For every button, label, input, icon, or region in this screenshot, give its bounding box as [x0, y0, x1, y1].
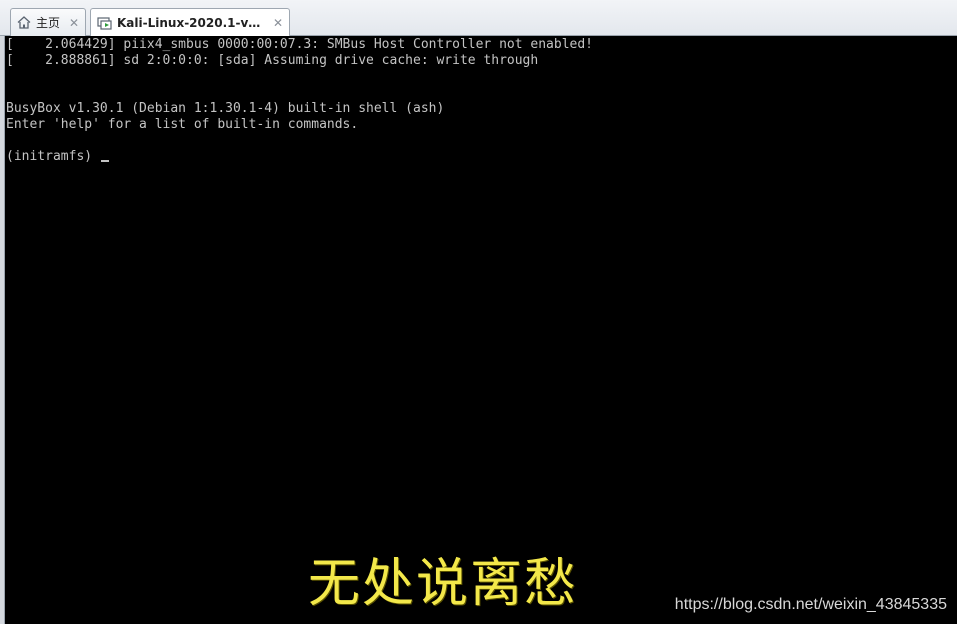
console-line: [ 2.888861] sd 2:0:0:0: [sda] Assuming d…: [6, 53, 539, 68]
vm-console[interactable]: [ 2.064429] piix4_smbus 0000:00:07.3: SM…: [6, 36, 957, 624]
tab-home[interactable]: 主页 ✕: [10, 8, 86, 36]
vm-icon: [97, 16, 112, 30]
tab-home-close-icon[interactable]: ✕: [69, 16, 79, 30]
video-subtitle: 无处说离愁: [308, 554, 579, 614]
console-prompt-line[interactable]: (initramfs): [6, 149, 957, 165]
text-cursor: [100, 160, 109, 162]
tab-kali-vm[interactable]: Kali-Linux-2020.1-vmwar... ✕: [90, 8, 290, 37]
window-left-border: [0, 36, 5, 624]
tab-kali-vm-label: Kali-Linux-2020.1-vmwar...: [117, 16, 267, 30]
tab-kali-vm-close-icon[interactable]: ✕: [273, 16, 283, 30]
home-icon: [17, 16, 31, 29]
watermark-url: https://blog.csdn.net/weixin_43845335: [674, 596, 947, 613]
vmware-window: 主页 ✕ Kali-Linux-2020.1-vmwar... ✕ [ 2.06…: [0, 0, 957, 624]
console-line: Enter 'help' for a list of built-in comm…: [6, 117, 359, 132]
console-prompt: (initramfs): [6, 149, 100, 164]
tab-home-label: 主页: [36, 16, 61, 30]
console-line: BusyBox v1.30.1 (Debian 1:1.30.1-4) buil…: [6, 101, 445, 116]
tab-bar: 主页 ✕ Kali-Linux-2020.1-vmwar... ✕: [0, 0, 957, 37]
console-line: [ 2.064429] piix4_smbus 0000:00:07.3: SM…: [6, 37, 593, 52]
